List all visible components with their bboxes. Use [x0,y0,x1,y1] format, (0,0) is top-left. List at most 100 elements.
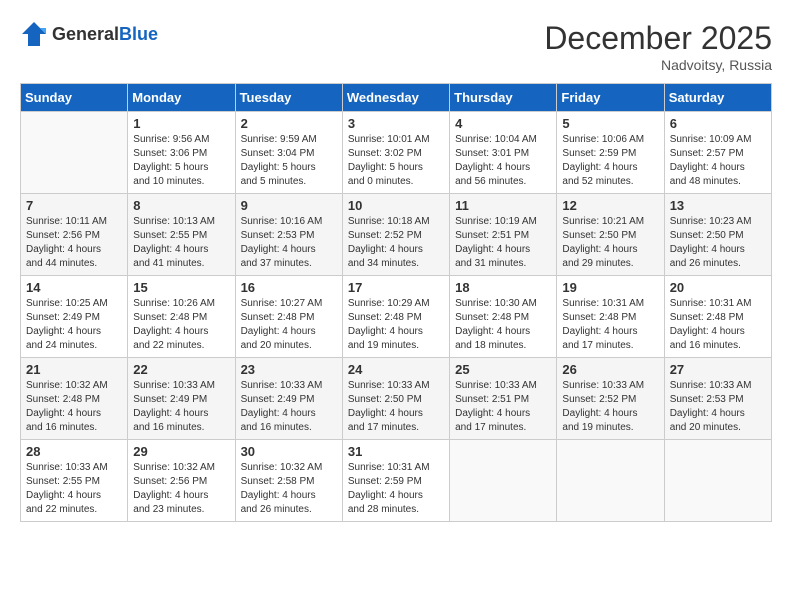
day-number: 20 [670,280,766,295]
day-info: Sunrise: 10:01 AM Sunset: 3:02 PM Daylig… [348,133,444,189]
logo-icon [20,20,48,48]
calendar-day-cell: 31Sunrise: 10:31 AM Sunset: 2:59 PM Dayl… [342,440,449,522]
calendar-week-row: 1 Sunrise: 9:56 AM Sunset: 3:06 PM Daylig… [21,112,772,194]
day-number: 9 [241,198,337,213]
calendar-week-row: 21Sunrise: 10:32 AM Sunset: 2:48 PM Dayl… [21,358,772,440]
calendar-day-header: Friday [557,84,664,112]
day-info: Sunrise: 10:33 AM Sunset: 2:49 PM Daylig… [133,379,229,435]
day-number: 4 [455,116,551,131]
day-info: Sunrise: 10:31 AM Sunset: 2:48 PM Daylig… [562,297,658,353]
day-info: Sunrise: 10:29 AM Sunset: 2:48 PM Daylig… [348,297,444,353]
day-number: 26 [562,362,658,377]
calendar-day-cell: 30 Sunrise: 10:32 AM Sunset: 2:58 PM Dayl… [235,440,342,522]
day-number: 8 [133,198,229,213]
day-number: 27 [670,362,766,377]
calendar-day-cell: 29 Sunrise: 10:32 AM Sunset: 2:56 PM Dayl… [128,440,235,522]
day-info: Sunrise: 10:32 AM Sunset: 2:56 PM Daylig… [133,461,229,517]
calendar-day-cell [557,440,664,522]
logo: GeneralBlue [20,20,158,48]
day-number: 25 [455,362,551,377]
day-number: 19 [562,280,658,295]
day-number: 7 [26,198,122,213]
day-number: 1 [133,116,229,131]
calendar-day-cell: 28 Sunrise: 10:33 AM Sunset: 2:55 PM Dayl… [21,440,128,522]
day-info: Sunrise: 10:33 AM Sunset: 2:49 PM Daylig… [241,379,337,435]
calendar-day-cell: 19 Sunrise: 10:31 AM Sunset: 2:48 PM Dayl… [557,276,664,358]
calendar-day-cell: 13 Sunrise: 10:23 AM Sunset: 2:50 PM Dayl… [664,194,771,276]
day-number: 6 [670,116,766,131]
day-info: Sunrise: 10:13 AM Sunset: 2:55 PM Daylig… [133,215,229,271]
day-info: Sunrise: 10:33 AM Sunset: 2:51 PM Daylig… [455,379,551,435]
day-info: Sunrise: 10:33 AM Sunset: 2:52 PM Daylig… [562,379,658,435]
day-info: Sunrise: 10:33 AM Sunset: 2:55 PM Daylig… [26,461,122,517]
calendar-day-cell: 25 Sunrise: 10:33 AM Sunset: 2:51 PM Dayl… [450,358,557,440]
calendar-day-cell: 16Sunrise: 10:27 AM Sunset: 2:48 PM Dayl… [235,276,342,358]
day-info: Sunrise: 10:30 AM Sunset: 2:48 PM Daylig… [455,297,551,353]
calendar-day-cell: 27Sunrise: 10:33 AM Sunset: 2:53 PM Dayl… [664,358,771,440]
day-info: Sunrise: 10:16 AM Sunset: 2:53 PM Daylig… [241,215,337,271]
day-number: 21 [26,362,122,377]
calendar-day-cell: 5 Sunrise: 10:06 AM Sunset: 2:59 PM Dayli… [557,112,664,194]
day-number: 12 [562,198,658,213]
day-number: 29 [133,444,229,459]
month-title: December 2025 [544,20,772,57]
day-number: 3 [348,116,444,131]
day-number: 23 [241,362,337,377]
day-number: 2 [241,116,337,131]
calendar-day-cell: 10Sunrise: 10:18 AM Sunset: 2:52 PM Dayl… [342,194,449,276]
page-header: GeneralBlue December 2025 Nadvoitsy, Rus… [20,20,772,73]
day-number: 24 [348,362,444,377]
day-info: Sunrise: 10:06 AM Sunset: 2:59 PM Daylig… [562,133,658,189]
calendar-week-row: 7 Sunrise: 10:11 AM Sunset: 2:56 PM Dayli… [21,194,772,276]
calendar-header-row: SundayMondayTuesdayWednesdayThursdayFrid… [21,84,772,112]
calendar-day-cell: 18 Sunrise: 10:30 AM Sunset: 2:48 PM Dayl… [450,276,557,358]
day-number: 31 [348,444,444,459]
calendar-day-cell: 26 Sunrise: 10:33 AM Sunset: 2:52 PM Dayl… [557,358,664,440]
day-info: Sunrise: 10:31 AM Sunset: 2:48 PM Daylig… [670,297,766,353]
calendar-day-cell: 12 Sunrise: 10:21 AM Sunset: 2:50 PM Dayl… [557,194,664,276]
day-info: Sunrise: 10:26 AM Sunset: 2:48 PM Daylig… [133,297,229,353]
day-info: Sunrise: 9:59 AM Sunset: 3:04 PM Dayligh… [241,133,337,189]
day-number: 5 [562,116,658,131]
calendar-day-cell: 9 Sunrise: 10:16 AM Sunset: 2:53 PM Dayli… [235,194,342,276]
calendar-day-cell: 8 Sunrise: 10:13 AM Sunset: 2:55 PM Dayli… [128,194,235,276]
calendar-day-cell: 4Sunrise: 10:04 AM Sunset: 3:01 PM Dayli… [450,112,557,194]
day-number: 17 [348,280,444,295]
day-number: 15 [133,280,229,295]
day-info: Sunrise: 10:21 AM Sunset: 2:50 PM Daylig… [562,215,658,271]
day-number: 18 [455,280,551,295]
location: Nadvoitsy, Russia [544,57,772,73]
logo-blue-text: Blue [119,24,158,44]
day-info: Sunrise: 10:25 AM Sunset: 2:49 PM Daylig… [26,297,122,353]
calendar-day-cell: 22 Sunrise: 10:33 AM Sunset: 2:49 PM Dayl… [128,358,235,440]
calendar-day-header: Wednesday [342,84,449,112]
calendar-day-cell: 3 Sunrise: 10:01 AM Sunset: 3:02 PM Dayli… [342,112,449,194]
calendar-table: SundayMondayTuesdayWednesdayThursdayFrid… [20,83,772,522]
calendar-day-header: Sunday [21,84,128,112]
day-info: Sunrise: 10:11 AM Sunset: 2:56 PM Daylig… [26,215,122,271]
calendar-day-cell: 6Sunrise: 10:09 AM Sunset: 2:57 PM Dayli… [664,112,771,194]
calendar-day-cell: 15 Sunrise: 10:26 AM Sunset: 2:48 PM Dayl… [128,276,235,358]
calendar-day-cell: 20 Sunrise: 10:31 AM Sunset: 2:48 PM Dayl… [664,276,771,358]
day-info: Sunrise: 10:32 AM Sunset: 2:58 PM Daylig… [241,461,337,517]
day-info: Sunrise: 9:56 AM Sunset: 3:06 PM Dayligh… [133,133,229,189]
calendar-day-header: Monday [128,84,235,112]
day-number: 14 [26,280,122,295]
day-number: 13 [670,198,766,213]
calendar-day-cell [21,112,128,194]
day-info: Sunrise: 10:33 AM Sunset: 2:50 PM Daylig… [348,379,444,435]
calendar-day-cell: 17 Sunrise: 10:29 AM Sunset: 2:48 PM Dayl… [342,276,449,358]
calendar-day-cell: 23 Sunrise: 10:33 AM Sunset: 2:49 PM Dayl… [235,358,342,440]
calendar-day-cell: 7 Sunrise: 10:11 AM Sunset: 2:56 PM Dayli… [21,194,128,276]
day-number: 28 [26,444,122,459]
calendar-day-cell: 21Sunrise: 10:32 AM Sunset: 2:48 PM Dayl… [21,358,128,440]
day-number: 11 [455,198,551,213]
day-info: Sunrise: 10:27 AM Sunset: 2:48 PM Daylig… [241,297,337,353]
calendar-day-header: Thursday [450,84,557,112]
day-info: Sunrise: 10:23 AM Sunset: 2:50 PM Daylig… [670,215,766,271]
day-number: 30 [241,444,337,459]
day-number: 22 [133,362,229,377]
calendar-day-cell: 2 Sunrise: 9:59 AM Sunset: 3:04 PM Daylig… [235,112,342,194]
calendar-day-cell [664,440,771,522]
calendar-day-cell: 1 Sunrise: 9:56 AM Sunset: 3:06 PM Daylig… [128,112,235,194]
